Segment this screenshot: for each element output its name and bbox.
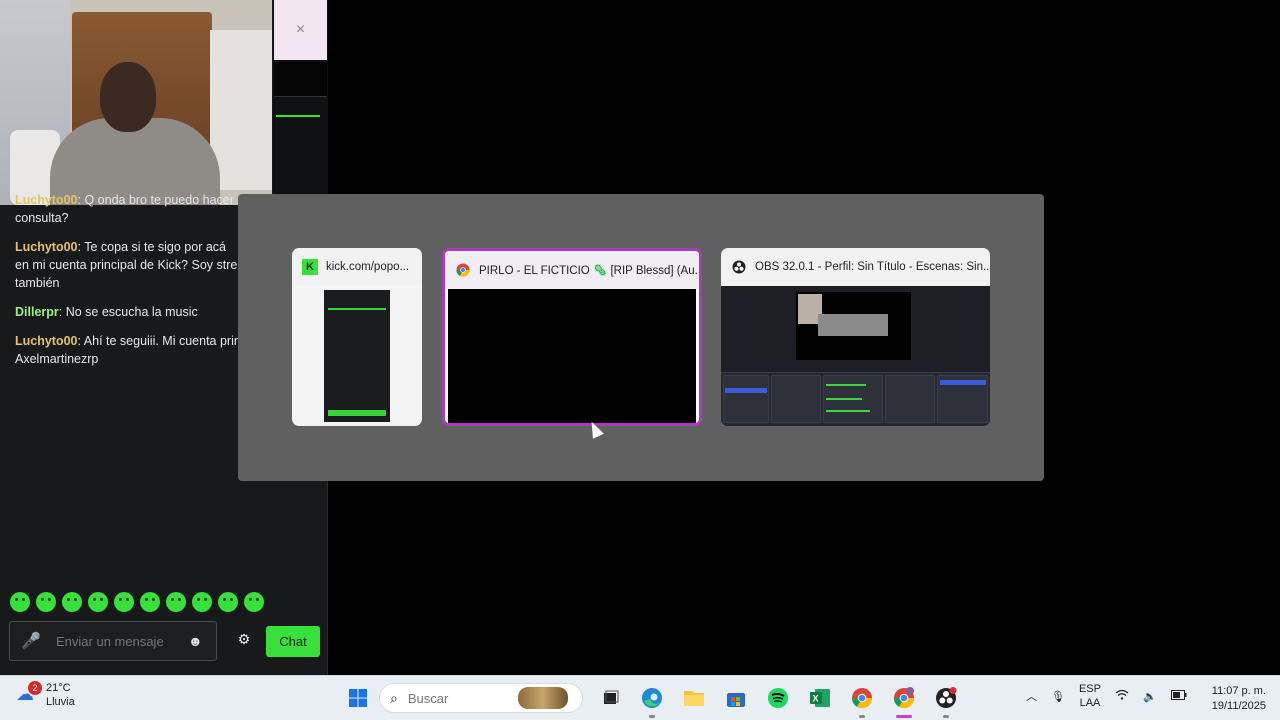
notification-badge: 2 (28, 681, 42, 695)
emote-icon[interactable] (114, 592, 134, 612)
window-thumbnail (721, 286, 990, 426)
taskbar-search-input[interactable] (407, 690, 518, 706)
windows-start-icon[interactable] (337, 682, 379, 714)
emote-icon[interactable] (62, 592, 82, 612)
wifi-icon[interactable] (1115, 689, 1129, 704)
gear-icon[interactable]: ⚙ (235, 631, 253, 649)
chrome-taskbar-icon[interactable] (841, 682, 883, 718)
microsoft-store-icon[interactable] (715, 682, 757, 714)
window-title: PIRLO - EL FICTICIO 🦠 [RIP Blessd] (Au..… (479, 265, 699, 277)
clock-date: 19/11/2025 (1211, 700, 1266, 712)
send-chat-button[interactable]: Chat (266, 626, 320, 657)
search-icon: ⌕ (390, 689, 398, 706)
weather-widget[interactable]: ☁ 2 21°C Lluvia (16, 681, 75, 709)
emote-icon[interactable] (192, 592, 212, 612)
chat-input-container[interactable]: 🎤 ☻ (9, 621, 217, 661)
window-thumbnail (448, 289, 696, 423)
switcher-window-obs[interactable]: OBS 32.0.1 - Perfil: Sin Título - Escena… (721, 248, 990, 426)
desktop-screen: × Luchyto00: Q onda bro te puedo hacer u… (0, 0, 1280, 720)
chat-message-text: Te copa si te sigo por acá (84, 240, 226, 254)
obs-taskbar-icon[interactable] (925, 682, 967, 718)
close-icon[interactable]: × (274, 0, 327, 60)
taskbar-apps: ⌕ X (337, 682, 967, 718)
weather-condition: Lluvia (46, 696, 75, 708)
webcam-overlay (0, 0, 272, 205)
language-indicator[interactable]: ESP LAA (1079, 682, 1101, 710)
chat-message-text: en mi cuenta principal de Kick? Soy stre… (15, 258, 266, 272)
chat-message-list: Luchyto00: Q onda bro te puedo hacer una… (15, 193, 275, 379)
clock-time: 11:07 p. m. (1211, 685, 1266, 697)
chat-message-text: No se escucha la music (65, 305, 198, 319)
rain-cloud-icon: ☁ 2 (16, 681, 42, 706)
svg-text:X: X (813, 694, 819, 704)
chat-username[interactable]: Luchyto00 (15, 334, 78, 348)
emote-icon[interactable] (244, 592, 264, 612)
excel-icon[interactable]: X (799, 682, 841, 714)
emoji-picker-icon[interactable]: ☻ (188, 633, 203, 649)
task-view-icon[interactable] (589, 682, 631, 714)
taskbar-clock[interactable]: 11:07 p. m. 19/11/2025 (1198, 684, 1266, 714)
emote-icon[interactable] (88, 592, 108, 612)
chat-header-band (274, 62, 327, 97)
window-title: OBS 32.0.1 - Perfil: Sin Título - Escena… (755, 261, 990, 273)
window-switcher: K kick.com/popo... PIRLO - EL FICTICIO 🦠… (238, 194, 1044, 481)
chat-message-input[interactable] (56, 633, 186, 649)
chrome-profile-icon[interactable] (883, 682, 925, 718)
emote-icon[interactable] (140, 592, 160, 612)
search-highlight-image (517, 687, 568, 709)
chat-message-text: también (15, 276, 60, 290)
obs-icon (731, 259, 747, 275)
taskbar-search-box[interactable]: ⌕ (379, 683, 583, 713)
taskbar: ☁ 2 21°C Lluvia ⌕ Buscar X ︿ 🎙 ESP LAA 🔈… (0, 675, 1280, 720)
emote-icon[interactable] (218, 592, 238, 612)
system-tray: ︿ 🎙 ESP LAA 🔈 (1026, 682, 1187, 710)
chat-message: Luchyto00: Q onda bro te puedo hacer una… (15, 191, 275, 227)
emote-icon[interactable] (10, 592, 30, 612)
chat-message-text: consulta? (15, 211, 69, 225)
chat-message: Dillerpr: No se escucha la music (15, 305, 198, 319)
chat-accent-line (276, 115, 320, 117)
window-thumbnail (292, 286, 422, 426)
chat-message: Luchyto00: Ahí te seguiii. Mi cuenta pri… (15, 332, 275, 368)
switcher-window-kick[interactable]: K kick.com/popo... (292, 248, 422, 426)
file-explorer-icon[interactable] (673, 682, 715, 714)
chevron-up-icon[interactable]: ︿ (1026, 688, 1037, 704)
microphone-tray-icon[interactable]: 🎙 (1051, 690, 1065, 703)
volume-icon[interactable]: 🔈 (1143, 690, 1157, 703)
switcher-window-chrome[interactable]: PIRLO - EL FICTICIO 🦠 [RIP Blessd] (Au..… (442, 248, 702, 426)
weather-temp: 21°C (46, 682, 71, 694)
battery-icon[interactable] (1170, 689, 1187, 703)
chat-message: Luchyto00: Te copa si te sigo por acá en… (15, 238, 275, 292)
chrome-icon (455, 262, 471, 278)
chat-message-text: Q onda bro te puedo hacer una (84, 193, 259, 207)
quick-emote-row (10, 592, 264, 612)
kick-logo-icon: K (302, 259, 318, 275)
chat-username[interactable]: Dillerpr (15, 305, 59, 319)
emote-icon[interactable] (36, 592, 56, 612)
chat-message-text: Axelmartinezrp (15, 352, 99, 366)
chat-username[interactable]: Luchyto00 (15, 193, 78, 207)
window-title: kick.com/popo... (326, 261, 410, 273)
chat-username[interactable]: Luchyto00 (15, 240, 78, 254)
spotify-icon[interactable] (757, 682, 799, 714)
edge-icon[interactable] (631, 682, 673, 718)
microphone-icon[interactable]: 🎤 (18, 631, 44, 651)
emote-icon[interactable] (166, 592, 186, 612)
